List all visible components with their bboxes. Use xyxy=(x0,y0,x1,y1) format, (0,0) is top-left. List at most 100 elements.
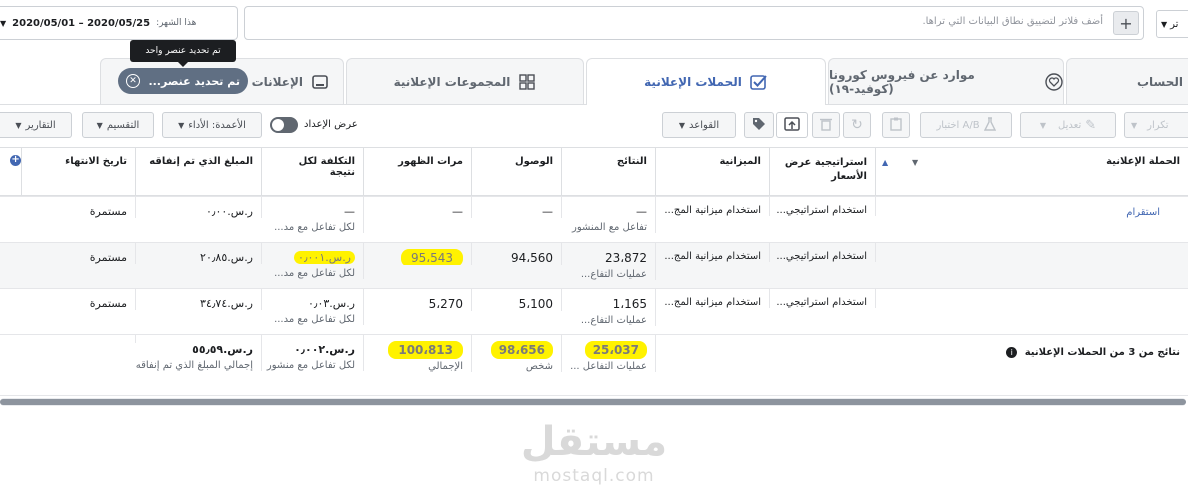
rules-label: القواعد xyxy=(689,119,720,131)
totals-amount-cell: ر.س.٥٥٫٥٩ إجمالي المبلغ الذي تم إنفاقه xyxy=(136,335,262,371)
filter-hint: أضف فلاتر لتضييق نطاق البيانات التي تراه… xyxy=(922,16,1103,27)
toggle-knob xyxy=(272,119,284,131)
budget-cell: استخدام ميزانية المج... xyxy=(656,197,770,216)
tab-campaigns-label: الحملات الإعلانية xyxy=(644,75,742,89)
totals-reach-value: 98،656 xyxy=(490,341,553,359)
add-filter-button[interactable]: + xyxy=(1113,11,1139,35)
header-impressions[interactable]: مرات الظهور xyxy=(364,148,472,197)
columns-label: الأعمدة: الأداء xyxy=(188,119,246,131)
chevron-down-icon[interactable]: ▼ xyxy=(912,158,918,167)
reach-cell: 94،560 xyxy=(472,243,562,265)
cost-sub: لكل تفاعل مع مد... xyxy=(274,222,355,233)
selection-pill[interactable]: تم تحديد عنصر... ✕ xyxy=(118,68,248,94)
scrollbar-thumb[interactable] xyxy=(0,399,1186,405)
tab-covid-label: موارد عن فيروس كورونا (كوفيد-١٩) xyxy=(829,67,975,96)
pencil-icon: ✎ xyxy=(1085,117,1097,133)
filter-bar[interactable]: أضف فلاتر لتضييق نطاق البيانات التي تراه… xyxy=(244,6,1144,40)
view-setup-label: عرض الإعداد xyxy=(304,119,358,130)
ab-test-button[interactable]: اختبار A/B xyxy=(920,112,1012,138)
budget-cell: استخدام ميزانية المج... xyxy=(656,289,770,308)
totals-results-value: 25،037 xyxy=(584,341,647,359)
totals-results-sub: عمليات التفاعل ... xyxy=(570,361,647,372)
results-cell: 23،872 عمليات التفاع... xyxy=(562,243,656,280)
header-cost-per-result[interactable]: التكلفة لكل نتيجة xyxy=(262,148,364,197)
export-icon xyxy=(784,116,800,134)
header-campaign-name[interactable]: الحملة الإعلانية ▼ ▲ xyxy=(876,148,1188,197)
horizontal-scrollbar[interactable] xyxy=(0,398,1186,406)
campaign-name-cell: استقرام xyxy=(876,197,1188,218)
totals-label-cell: نتائج من 3 من الحملات الإعلانية i xyxy=(656,335,1188,358)
campaign-name-cell xyxy=(876,289,1188,297)
chevron-down-icon: ▼ xyxy=(96,120,103,130)
reach-cell: — xyxy=(472,197,562,218)
header-reach[interactable]: الوصول xyxy=(472,148,562,197)
view-setup-toggle[interactable] xyxy=(270,117,298,133)
tab-covid-resources[interactable]: موارد عن فيروس كورونا (كوفيد-١٩) xyxy=(828,58,1064,104)
cost-sub: لكل تفاعل مع مد... xyxy=(274,314,355,325)
sort-up-icon[interactable]: ▲ xyxy=(882,158,888,167)
revert-button[interactable]: ↻ xyxy=(843,112,871,138)
date-range-picker[interactable]: هذا الشهر: 2020/05/01 – 2020/05/25 ▼ xyxy=(0,6,238,40)
reports-dropdown[interactable]: ▼ التقارير xyxy=(0,112,72,138)
cost-per-result-cell: — لكل تفاعل مع مد... xyxy=(262,197,364,233)
header-budget[interactable]: الميزانية xyxy=(656,148,770,197)
cost-value: ر.س.٠٫٠٠١ xyxy=(294,251,355,264)
header-bid-strategy[interactable]: استراتيجية عرض الأسعار xyxy=(770,148,876,197)
tab-adsets[interactable]: المجموعات الإعلانية xyxy=(346,58,584,104)
clipboard-button[interactable] xyxy=(882,112,910,138)
cost-value: — xyxy=(344,205,355,218)
table-row[interactable]: مستمرة ر.س.٢٠٫٨٥ ر.س.٠٫٠٠١ لكل تفاعل مع … xyxy=(0,242,1188,288)
end-date-cell: مستمرة xyxy=(0,243,136,264)
table-header: + تاريخ الانتهاء المبلغ الذي تم إنفاقه ا… xyxy=(0,147,1188,197)
table-row[interactable]: مستمرة ر.س.٠٫٠٠ — لكل تفاعل مع مد... — —… xyxy=(0,196,1188,242)
campaign-name-cell xyxy=(876,243,1188,251)
chevron-down-icon: ▼ xyxy=(0,18,7,28)
chevron-down-icon: ▼ xyxy=(678,120,686,130)
totals-end-date-cell xyxy=(0,335,136,343)
header-results[interactable]: النتائج xyxy=(562,148,656,197)
cost-sub: لكل تفاعل مع مد... xyxy=(274,268,355,279)
plus-icon: + xyxy=(1119,13,1133,33)
tooltip-text: تم تحديد عنصر واحد xyxy=(145,46,221,56)
amount-spent-cell: ر.س.٢٠٫٨٥ xyxy=(136,243,262,264)
chevron-down-icon: ▼ xyxy=(1131,120,1138,130)
results-cell: 1،165 عمليات التفاع... xyxy=(562,289,656,326)
totals-label: نتائج من 3 من الحملات الإعلانية xyxy=(1024,347,1180,358)
breakdown-dropdown[interactable]: ▼ التقسيم xyxy=(82,112,154,138)
tab-campaigns[interactable]: الحملات الإعلانية xyxy=(586,58,826,105)
header-amount-spent[interactable]: المبلغ الذي تم إنفاقه xyxy=(136,148,262,197)
edit-dropdown[interactable]: ▼ تعديل ✎ xyxy=(1020,112,1116,138)
clipboard-icon xyxy=(890,117,902,134)
duplicate-dropdown[interactable]: ▼ تكرار xyxy=(1124,112,1188,138)
delete-button[interactable] xyxy=(812,112,840,138)
columns-dropdown[interactable]: ▼ الأعمدة: الأداء xyxy=(162,112,262,138)
tag-button[interactable] xyxy=(744,112,774,138)
cost-value: ر.س.٠٫٠٣ xyxy=(307,297,355,310)
header-add-col: + xyxy=(0,148,22,197)
watermark-arabic: مستقل xyxy=(520,419,668,465)
table-row[interactable]: مستمرة ر.س.٣٤٫٧٤ ر.س.٠٫٠٣ لكل تفاعل مع م… xyxy=(0,288,1188,334)
info-icon[interactable]: i xyxy=(1006,346,1018,358)
grid-icon xyxy=(518,73,536,91)
header-end-date[interactable]: تاريخ الانتهاء xyxy=(22,148,136,197)
results-sub: تفاعل مع المنشور xyxy=(571,222,647,233)
edit-label: تعديل xyxy=(1058,119,1082,131)
end-date-cell: مستمرة xyxy=(0,289,136,310)
campaign-link[interactable]: استقرام xyxy=(1126,207,1160,218)
cost-per-result-cell: ر.س.٠٫٠٠١ لكل تفاعل مع مد... xyxy=(262,243,364,279)
totals-amount-sub: إجمالي المبلغ الذي تم إنفاقه xyxy=(136,360,253,371)
cost-per-result-cell: ر.س.٠٫٠٣ لكل تفاعل مع مد... xyxy=(262,289,364,325)
plus-circle-icon[interactable]: + xyxy=(10,154,21,166)
duplicate-label: تكرار xyxy=(1147,119,1169,131)
close-icon[interactable]: ✕ xyxy=(126,74,140,88)
tab-account[interactable]: الحساب xyxy=(1066,58,1188,104)
right-dropdown[interactable]: ▼ تر xyxy=(1156,10,1188,38)
impressions-value: 95،543 xyxy=(400,249,463,265)
amount-spent-cell: ر.س.٣٤٫٧٤ xyxy=(136,289,262,310)
refresh-icon: ↻ xyxy=(851,117,863,133)
selection-tooltip: تم تحديد عنصر واحد xyxy=(130,40,236,62)
rules-dropdown[interactable]: ▼ القواعد xyxy=(662,112,736,138)
export-button[interactable] xyxy=(776,112,808,138)
results-sub: عمليات التفاع... xyxy=(580,315,647,326)
watermark: مستقل mostaql.com xyxy=(494,418,694,498)
